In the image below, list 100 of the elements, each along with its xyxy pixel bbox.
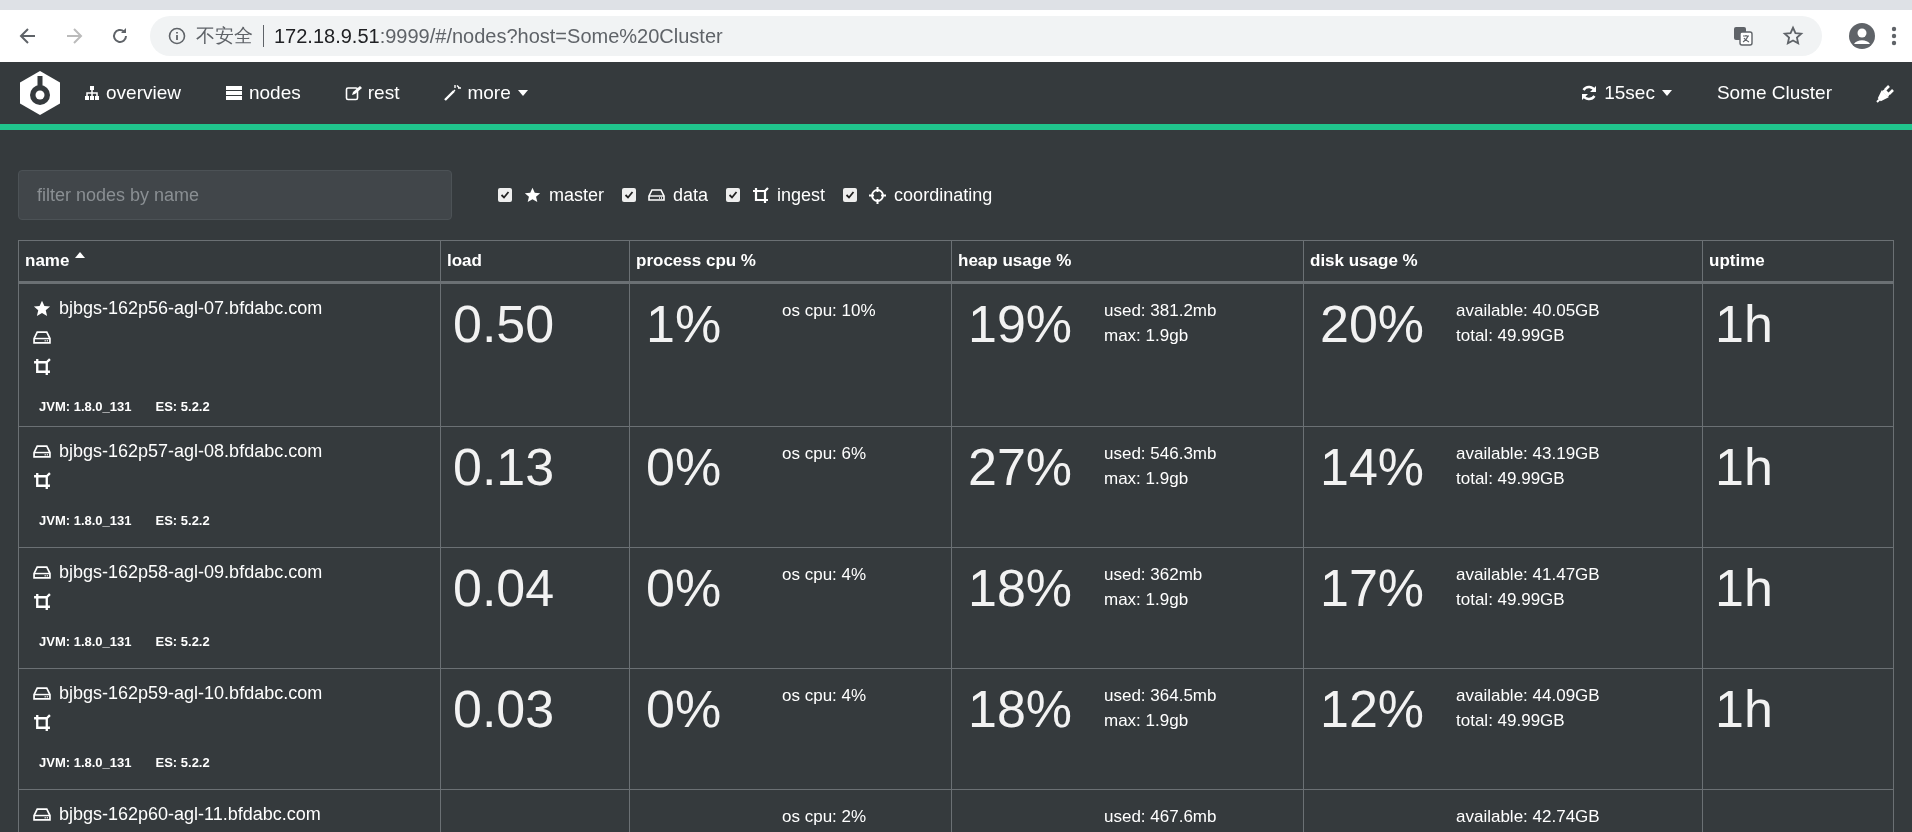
nav-link[interactable]: more (443, 82, 529, 104)
disk-total-text: total: 49.99GB (1456, 468, 1566, 490)
nav-link[interactable]: overview (84, 82, 181, 104)
star-icon (524, 186, 541, 204)
es-version: ES: 5.2.2 (155, 399, 210, 414)
refresh-interval-dropdown[interactable]: 15sec (1580, 82, 1673, 104)
role-label: data (673, 184, 709, 206)
node-name: bjbgs-162p59-agl-10.bfdabc.com (59, 683, 323, 704)
hard-drive-icon (33, 686, 51, 701)
sitemap-icon (84, 85, 100, 101)
disk-available-text: available: 43.19GB (1456, 443, 1600, 465)
es-version: ES: 5.2.2 (155, 755, 210, 770)
plug-icon[interactable] (1876, 83, 1896, 103)
role-checkbox[interactable] (498, 188, 512, 202)
security-label: 不安全 (196, 23, 253, 48)
uptime-value: 1h (1715, 680, 1773, 738)
disk-total-text: total: 49.99GB (1456, 325, 1566, 347)
role-checkbox[interactable] (622, 188, 636, 202)
disk-available-text: available: 44.09GB (1456, 685, 1600, 707)
role-label: master (549, 184, 604, 206)
heap-max-text: max: 1.9gb (1104, 325, 1190, 347)
menu-icon[interactable] (1890, 24, 1898, 48)
column-header[interactable]: uptime (1702, 240, 1894, 283)
crosshairs-icon (869, 186, 887, 204)
heap-used-text: used: 546.3mb (1104, 443, 1217, 465)
role-label: coordinating (894, 184, 993, 206)
load-value: 0.03 (453, 680, 555, 738)
filter-input[interactable]: filter nodes by name (18, 170, 452, 220)
caret-icon (516, 89, 529, 97)
es-version: ES: 5.2.2 (155, 634, 210, 649)
heap-max-text: max: 1.9gb (1104, 468, 1190, 490)
load-value: 0.13 (453, 438, 555, 496)
jvm-version: JVM: 1.8.0_131 (39, 399, 132, 414)
os-cpu-text: os cpu: 4% (782, 564, 867, 586)
role-checkbox[interactable] (843, 188, 858, 202)
heap-max-text: max: 1.9gb (1104, 710, 1190, 732)
disk-percent: 17% (1320, 558, 1426, 618)
disk-total-text: total: 49.99GB (1456, 589, 1566, 611)
heap-used-text: used: 467.6mb (1104, 806, 1217, 828)
info-icon (168, 27, 186, 45)
cpu-percent: 0% (646, 437, 723, 497)
column-header[interactable]: process cpu % (629, 240, 952, 283)
crop-icon (33, 357, 51, 376)
column-header[interactable]: load (440, 240, 630, 283)
es-version: ES: 5.2.2 (155, 513, 210, 528)
heap-percent: 18% (968, 558, 1074, 618)
uptime-value: 1h (1715, 559, 1773, 617)
nav-link[interactable]: rest (344, 82, 400, 104)
disk-available-text: available: 41.47GB (1456, 564, 1600, 586)
node-name: bjbgs-162p57-agl-08.bfdabc.com (59, 441, 323, 462)
crop-icon (33, 713, 51, 732)
disk-percent: 20% (1320, 294, 1426, 354)
heap-used-text: used: 364.5mb (1104, 685, 1217, 707)
heap-used-text: used: 381.2mb (1104, 300, 1217, 322)
hard-drive-icon (33, 444, 51, 459)
os-cpu-text: os cpu: 2% (782, 806, 867, 828)
os-cpu-text: os cpu: 10% (782, 300, 876, 322)
url-text: 172.18.9.51:9999/#/nodes?host=Some%20Cluster (274, 24, 723, 48)
cpu-percent: 0% (646, 679, 723, 739)
disk-available-text: available: 40.05GB (1456, 300, 1600, 322)
server-icon (225, 85, 243, 101)
star-icon (33, 299, 51, 318)
magic-wand-icon (443, 84, 462, 102)
logo-icon[interactable] (18, 70, 62, 116)
bookmark-star-icon[interactable] (1782, 25, 1804, 47)
heap-percent: 27% (968, 437, 1074, 497)
role-checkbox[interactable] (726, 188, 741, 202)
role-label: ingest (777, 184, 826, 206)
os-cpu-text: os cpu: 6% (782, 443, 867, 465)
disk-available-text: available: 42.74GB (1456, 806, 1600, 828)
uptime-value: 1h (1715, 438, 1773, 496)
cpu-percent: 1% (646, 294, 723, 354)
heap-max-text: max: 1.9gb (1104, 589, 1190, 611)
column-header[interactable]: name (18, 240, 441, 283)
profile-icon[interactable] (1848, 22, 1876, 50)
node-name: bjbgs-162p60-agl-11.bfdabc.com (59, 804, 321, 825)
crop-icon (752, 186, 770, 204)
hard-drive-icon (33, 330, 51, 345)
column-header[interactable]: disk usage % (1303, 240, 1703, 283)
node-name: bjbgs-162p56-agl-07.bfdabc.com (59, 298, 323, 319)
caret-icon (1660, 89, 1673, 97)
crop-icon (33, 592, 51, 611)
cluster-name-link[interactable]: Some Cluster (1716, 82, 1832, 104)
nav-link[interactable]: nodes (225, 82, 301, 104)
os-cpu-text: os cpu: 4% (782, 685, 867, 707)
jvm-version: JVM: 1.8.0_131 (39, 513, 132, 528)
jvm-version: JVM: 1.8.0_131 (39, 634, 132, 649)
disk-percent: 12% (1320, 679, 1426, 739)
hard-drive-icon (33, 807, 51, 822)
address-bar[interactable]: 不安全 172.18.9.51:9999/#/nodes?host=Some%20Cluster (150, 16, 1822, 56)
uptime-value: 1h (1715, 295, 1773, 353)
column-header[interactable]: heap usage % (951, 240, 1304, 283)
load-value: 0.50 (453, 295, 555, 353)
node-name: bjbgs-162p58-agl-09.bfdabc.com (59, 562, 323, 583)
crop-icon (33, 471, 51, 490)
translate-icon[interactable] (1732, 25, 1754, 47)
hard-drive-icon (33, 565, 51, 580)
refresh-icon (1580, 84, 1599, 102)
disk-total-text: total: 49.99GB (1456, 710, 1566, 732)
cpu-percent: 0% (646, 558, 723, 618)
